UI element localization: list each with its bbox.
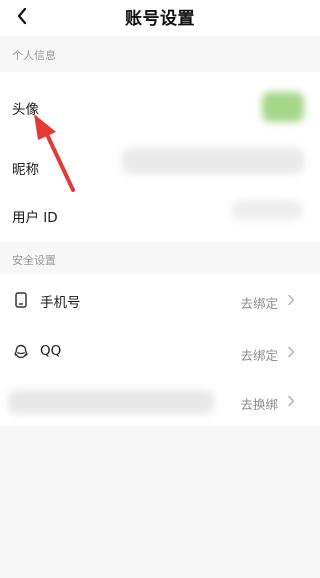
phone-label: 手机号: [40, 295, 81, 311]
user-id-label: 用户 ID: [12, 210, 58, 226]
avatar-label: 头像: [12, 102, 39, 118]
nickname-label: 昵称: [12, 162, 39, 178]
phone-row[interactable]: 手机号 去绑定: [0, 274, 320, 324]
section-label-security: 安全设置: [12, 254, 56, 267]
page-title: 账号设置: [125, 9, 195, 29]
nickname-value: [122, 148, 304, 174]
nickname-row[interactable]: 昵称: [0, 130, 320, 180]
qq-bind-status: 去绑定: [240, 348, 278, 363]
account-info: [8, 390, 214, 414]
chevron-right-icon: [286, 345, 296, 359]
nav-bar: 账号设置: [0, 0, 320, 36]
qq-icon: [13, 344, 29, 360]
avatar: [262, 92, 304, 122]
account-settings-page: 账号设置 个人信息 头像 昵称 用户 ID 安全设置 手机号 去绑定 QQ 去绑…: [0, 0, 320, 578]
avatar-row[interactable]: 头像: [0, 72, 320, 122]
third-account-rebind: 去换绑: [240, 397, 278, 412]
chevron-right-icon: [286, 293, 296, 307]
phone-bind-status: 去绑定: [240, 296, 278, 311]
phone-icon: [13, 292, 29, 308]
user-id-row[interactable]: 用户 ID: [0, 186, 320, 236]
section-label-personal: 个人信息: [12, 49, 56, 62]
user-id-value: [232, 200, 302, 220]
chevron-right-icon: [286, 394, 296, 408]
qq-label: QQ: [40, 343, 62, 359]
personal-info-block: 头像 昵称 用户 ID: [0, 72, 320, 242]
security-block: 手机号 去绑定 QQ 去绑定 去换绑: [0, 274, 320, 426]
qq-row[interactable]: QQ 去绑定: [0, 326, 320, 376]
third-account-row[interactable]: 去换绑: [0, 378, 320, 428]
